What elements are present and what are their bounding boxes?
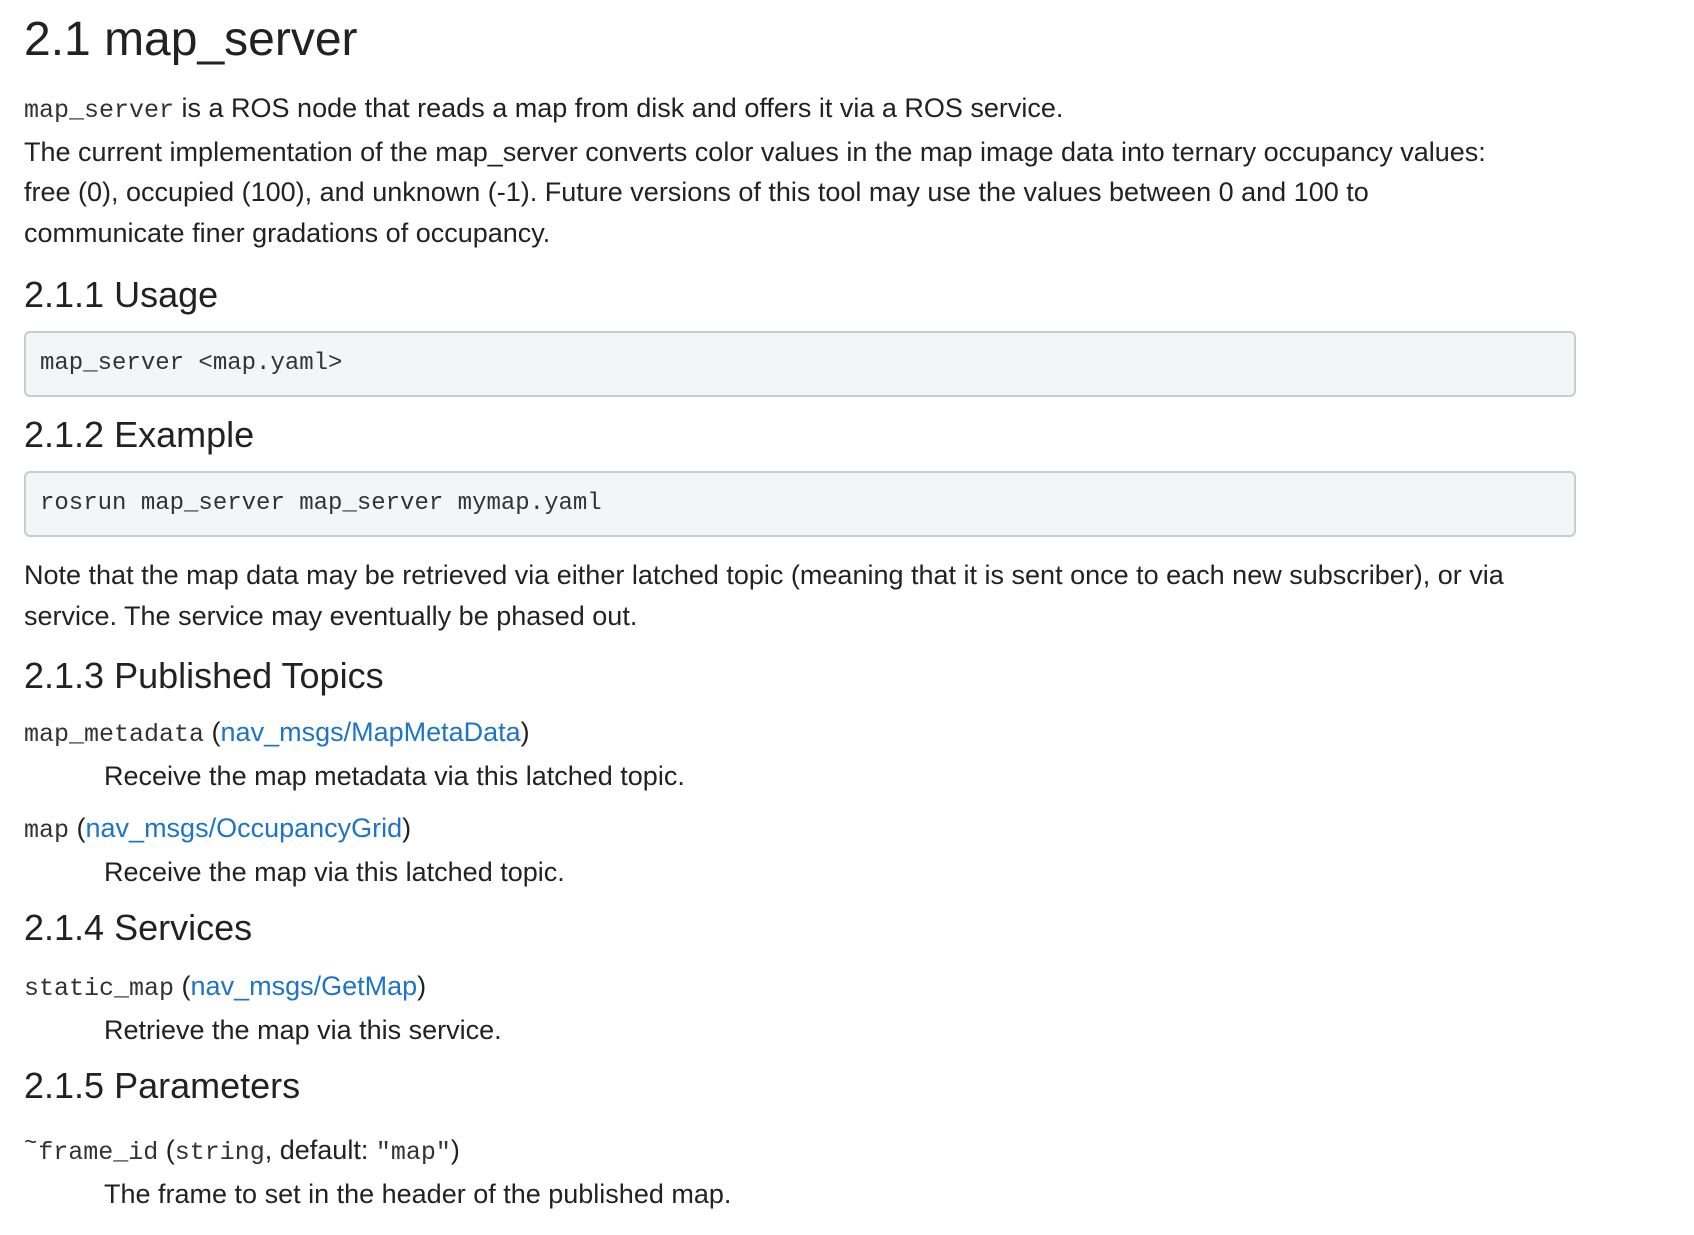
example-heading: 2.1.2 Example: [24, 414, 255, 455]
service-name: static_map: [24, 974, 175, 1003]
topic-name: map: [24, 816, 70, 845]
note-line-1: Note that the map data may be retrieved …: [24, 560, 1504, 590]
open-paren: (: [158, 1135, 175, 1165]
parameter-description: The frame to set in the header of the pu…: [104, 1178, 732, 1209]
parameter-term: ~frame_id (string, default: ″map″): [24, 1124, 1624, 1174]
published-topics-heading: 2.1.3 Published Topics: [24, 655, 384, 696]
parameter-entry: ~frame_id (string, default: ″map″) The f…: [24, 1124, 1624, 1214]
note-line-2: service. The service may eventually be p…: [24, 600, 638, 631]
open-paren: (: [174, 971, 191, 1001]
topic-type-link[interactable]: nav_msgs/MapMetaData: [221, 717, 521, 747]
close-paren: ): [417, 971, 427, 1001]
intro-code: map_server: [24, 96, 175, 125]
topic-entry: map (nav_msgs/OccupancyGrid) Receive the…: [24, 808, 1624, 892]
intro-line-4: communicate finer gradations of occupanc…: [24, 217, 551, 248]
topic-name: map_metadata: [24, 720, 205, 749]
note-paragraph: Note that the map data may be retrieved …: [24, 555, 1624, 636]
topic-term: map (nav_msgs/OccupancyGrid): [24, 808, 1624, 852]
intro-line-3: free (0), occupied (100), and unknown (-…: [24, 177, 1369, 207]
parameter-name: frame_id: [38, 1138, 159, 1167]
topic-description: Receive the map metadata via this latche…: [104, 760, 685, 791]
usage-code-block: map_server <map.yaml>: [24, 331, 1576, 397]
service-entry: static_map (nav_msgs/GetMap) Retrieve th…: [24, 966, 1624, 1050]
close-paren: ): [450, 1135, 460, 1165]
open-paren: (: [69, 813, 86, 843]
topic-description: Receive the map via this latched topic.: [104, 856, 565, 887]
intro-line-2: The current implementation of the map_se…: [24, 136, 1486, 167]
topic-term: map_metadata (nav_msgs/MapMetaData): [24, 712, 1624, 756]
parameter-type: string: [174, 1138, 265, 1167]
example-code-block: rosrun map_server map_server mymap.yaml: [24, 471, 1576, 537]
default-value: map: [390, 1138, 436, 1167]
intro-line-1: map_server is a ROS node that reads a ma…: [24, 88, 1624, 132]
default-open-quote: ″: [375, 1138, 391, 1167]
intro-text-1: is a ROS node that reads a map from disk…: [174, 93, 1064, 123]
service-term: static_map (nav_msgs/GetMap): [24, 966, 1624, 1010]
topic-type-link[interactable]: nav_msgs/OccupancyGrid: [86, 813, 403, 843]
open-paren: (: [204, 717, 221, 747]
close-paren: ): [402, 813, 412, 843]
close-paren: ): [520, 717, 530, 747]
private-tilde: ~: [24, 1131, 38, 1156]
topic-entry: map_metadata (nav_msgs/MapMetaData) Rece…: [24, 712, 1624, 796]
services-heading: 2.1.4 Services: [24, 907, 253, 948]
page-title: 2.1 map_server: [24, 13, 358, 66]
default-close-quote: ″: [435, 1138, 451, 1167]
document-page: 2.1 map_server map_server is a ROS node …: [24, 0, 1624, 1214]
parameters-heading: 2.1.5 Parameters: [24, 1065, 301, 1106]
service-description: Retrieve the map via this service.: [104, 1014, 502, 1045]
usage-heading: 2.1.1 Usage: [24, 274, 219, 315]
service-type-link[interactable]: nav_msgs/GetMap: [191, 971, 418, 1001]
default-label: , default:: [264, 1135, 376, 1165]
intro-paragraph: map_server is a ROS node that reads a ma…: [24, 88, 1624, 253]
